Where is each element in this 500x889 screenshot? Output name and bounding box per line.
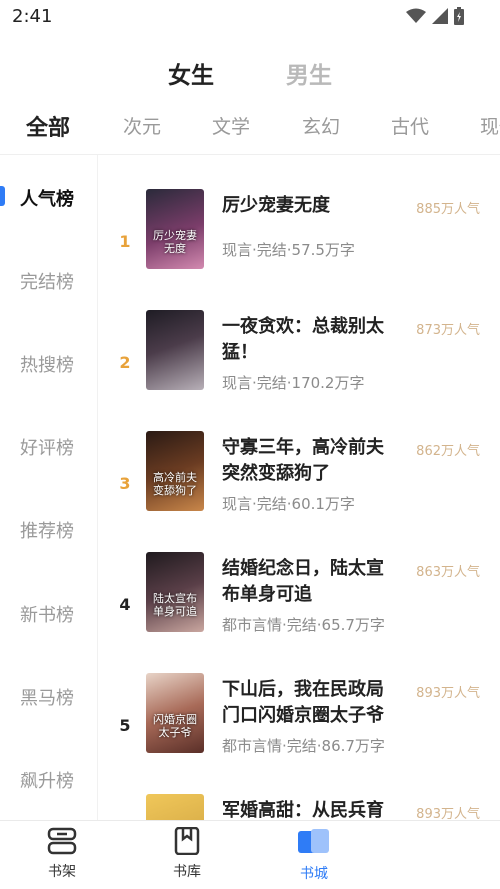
cover-title: 厉少宠妻无度 [153,229,197,255]
nav-bookshelf[interactable]: 书架 [22,827,102,881]
category-tabs: 全部 次元 文学 玄幻 古代 现代 [0,104,500,146]
book-list: 1 厉少宠妻无度 厉少宠妻无度 现言·完结·57.5万字 885万人气 2 一夜… [98,155,500,820]
nav-label: 书城 [300,866,328,882]
book-cover[interactable] [146,310,204,390]
rank-number: 3 [119,474,131,493]
library-icon [174,827,200,855]
book-cover[interactable]: 陆太宣布单身可追 [146,552,204,632]
nav-label: 书架 [48,864,76,880]
cover-title: 闪婚京圈太子爷 [153,713,197,739]
category-tab-fantasy[interactable]: 玄幻 [302,112,340,139]
bookstore-icon [298,829,329,853]
battery-icon [454,7,464,25]
rank-number: 5 [119,716,131,735]
sidebar-item-popular[interactable]: 人气榜 [20,185,74,211]
wifi-icon [406,8,426,23]
book-cover[interactable]: 厉少宠妻无度 [146,189,204,269]
popularity-count: 873万人气 [416,323,480,338]
category-tab-all[interactable]: 全部 [26,110,70,142]
bottom-nav: 书架 书库 书城 [0,820,500,889]
cover-title: 陆太宣布单身可追 [153,592,197,618]
book-title[interactable]: 守寡三年，高冷前夫突然变舔狗了 [222,435,400,487]
category-tab-ancient[interactable]: 古代 [391,112,429,139]
nav-bookstore[interactable]: 书城 [274,827,354,883]
nav-library[interactable]: 书库 [147,827,227,881]
popularity-count: 885万人气 [416,202,480,217]
list-item[interactable]: 1 厉少宠妻无度 厉少宠妻无度 现言·完结·57.5万字 885万人气 [98,189,500,309]
rank-number: 4 [119,595,131,614]
book-title[interactable]: 厉少宠妻无度 [222,193,400,219]
bookshelf-icon [47,827,77,855]
list-item[interactable]: 军婚高甜：从民兵育 893万人气 [98,794,500,820]
popularity-count: 893万人气 [416,686,480,701]
sidebar-item-rising[interactable]: 飙升榜 [20,767,74,793]
book-cover[interactable]: 闪婚京圈太子爷 [146,673,204,753]
popularity-count: 863万人气 [416,565,480,580]
sidebar-item-recommended[interactable]: 推荐榜 [20,517,74,543]
book-title[interactable]: 下山后，我在民政局门口闪婚京圈太子爷 [222,677,400,729]
status-time: 2:41 [12,6,53,27]
category-tab-literature[interactable]: 文学 [212,112,250,139]
ranking-sidebar: 人气榜 完结榜 热搜榜 好评榜 推荐榜 新书榜 黑马榜 飙升榜 [0,155,98,820]
book-meta: 都市言情·完结·86.7万字 [222,737,385,755]
list-item[interactable]: 4 陆太宣布单身可追 结婚纪念日，陆太宣布单身可追 都市言情·完结·65.7万字… [98,552,500,672]
category-tab-modern[interactable]: 现代 [480,112,500,139]
nav-label: 书库 [173,864,201,880]
tab-male[interactable]: 男生 [286,56,332,90]
book-title[interactable]: 一夜贪欢：总裁别太猛！ [222,314,400,366]
book-meta: 现言·完结·57.5万字 [222,241,355,259]
rank-number: 1 [119,232,131,251]
list-item[interactable]: 3 高冷前夫变舔狗了 守寡三年，高冷前夫突然变舔狗了 现言·完结·60.1万字 … [98,431,500,551]
category-tab-anime[interactable]: 次元 [123,112,161,139]
book-meta: 都市言情·完结·65.7万字 [222,616,385,634]
sidebar-item-completed[interactable]: 完结榜 [20,268,74,294]
sidebar-item-dark-horse[interactable]: 黑马榜 [20,684,74,710]
status-icons [406,7,464,25]
book-meta: 现言·完结·60.1万字 [222,495,355,513]
popularity-count: 862万人气 [416,444,480,459]
cover-title: 高冷前夫变舔狗了 [153,471,197,497]
list-item[interactable]: 5 闪婚京圈太子爷 下山后，我在民政局门口闪婚京圈太子爷 都市言情·完结·86.… [98,673,500,793]
rank-number: 2 [119,353,131,372]
active-indicator [0,186,5,206]
book-title[interactable]: 军婚高甜：从民兵育 [222,798,400,820]
list-item[interactable]: 2 一夜贪欢：总裁别太猛！ 现言·完结·170.2万字 873万人气 [98,310,500,430]
sidebar-item-top-rated[interactable]: 好评榜 [20,434,74,460]
gender-tabs: 女生 男生 [0,52,500,92]
tab-female[interactable]: 女生 [168,56,214,90]
signal-icon [432,8,448,24]
book-cover[interactable] [146,794,204,820]
popularity-count: 893万人气 [416,807,480,820]
sidebar-item-hot-search[interactable]: 热搜榜 [20,351,74,377]
sidebar-item-new-books[interactable]: 新书榜 [20,601,74,627]
book-meta: 现言·完结·170.2万字 [222,374,365,392]
status-bar: 2:41 [0,0,500,34]
book-title[interactable]: 结婚纪念日，陆太宣布单身可追 [222,556,400,608]
book-cover[interactable]: 高冷前夫变舔狗了 [146,431,204,511]
